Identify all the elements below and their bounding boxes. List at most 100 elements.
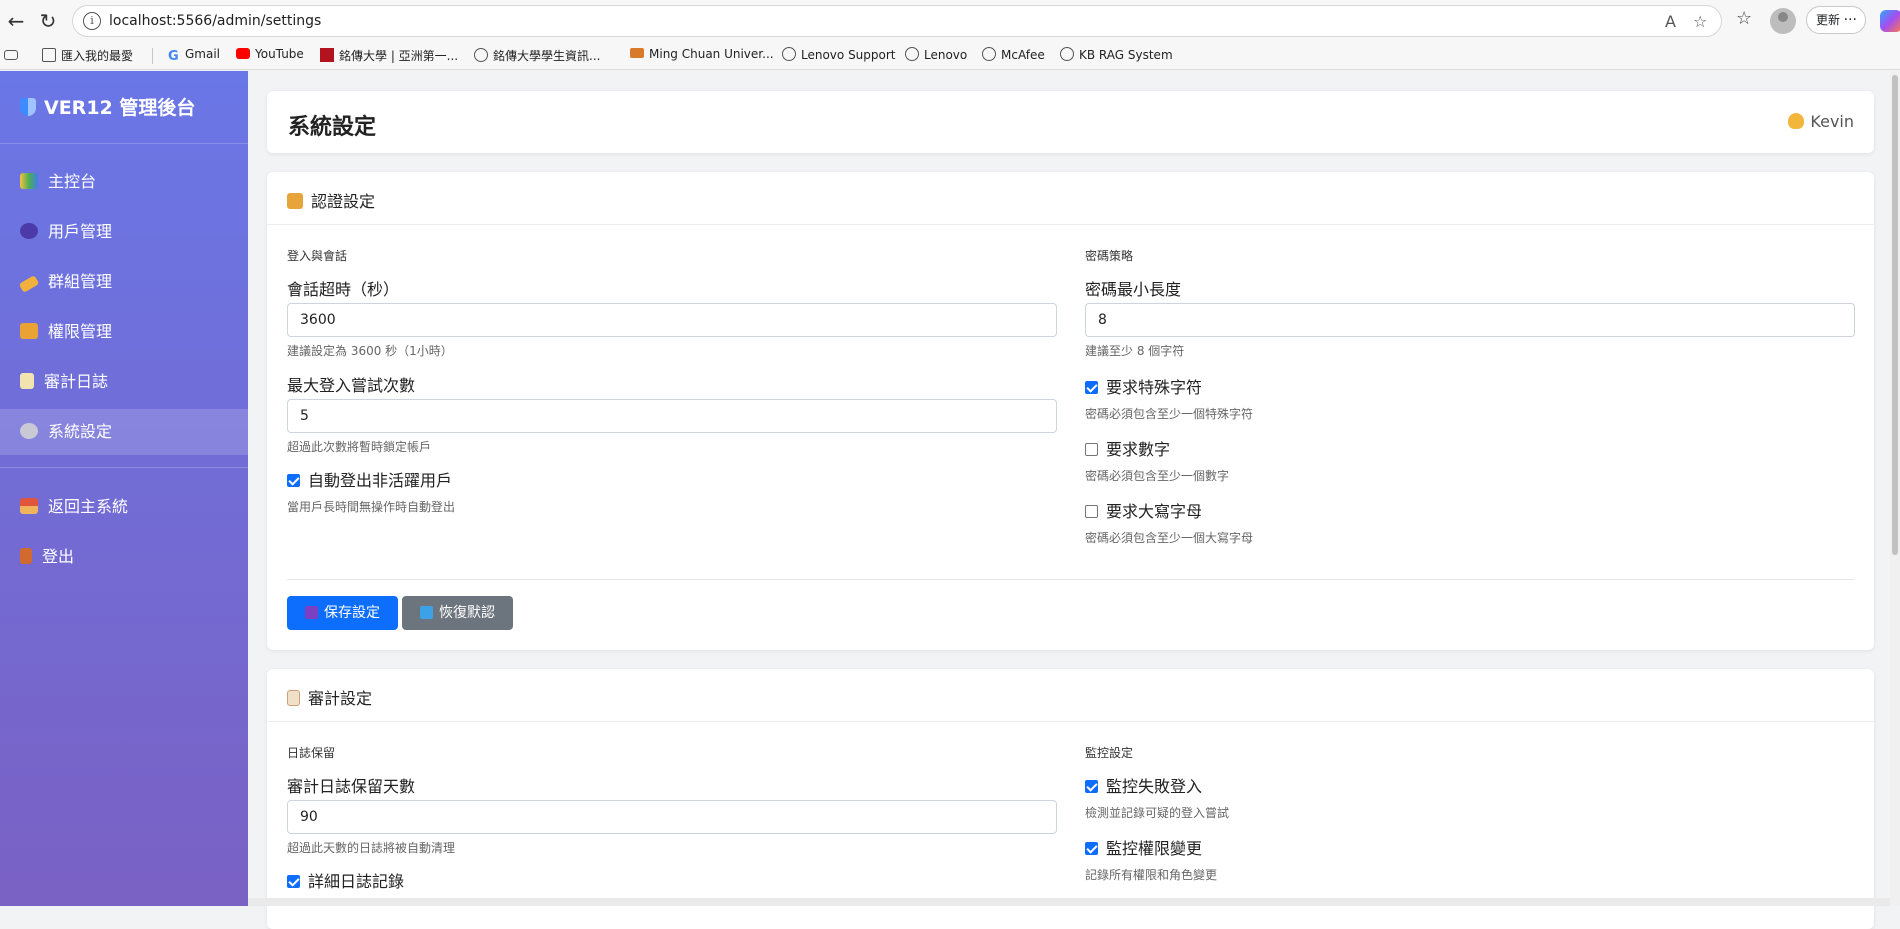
url-text: localhost:5566/admin/settings: [109, 13, 322, 29]
sidebar-item-settings[interactable]: 系統設定: [0, 409, 248, 455]
bookmark-lenovo-support[interactable]: Lenovo Support: [782, 47, 896, 62]
horizontal-scrollbar[interactable]: [248, 898, 1890, 906]
copilot-icon[interactable]: [1880, 10, 1900, 32]
sidebar-item-back-to-main[interactable]: 返回主系統: [0, 484, 248, 530]
sidebar-item-logout[interactable]: 登出: [0, 534, 248, 580]
sidebar-item-label: 用戶管理: [48, 222, 113, 241]
sidebar-item-audit-log[interactable]: 審計日誌: [0, 359, 248, 405]
max-attempts-input[interactable]: 5: [287, 399, 1057, 433]
refresh-icon: [420, 606, 433, 619]
sidebar: VER12 管理後台 主控台 用戶管理 群組管理 權限管理 審計日誌 系統設定 …: [0, 71, 248, 906]
checkbox-checked-icon[interactable]: [287, 474, 300, 487]
checkbox-checked-icon[interactable]: [1085, 381, 1098, 394]
retention-days-input[interactable]: 90: [287, 800, 1057, 834]
sidebar-item-dashboard[interactable]: 主控台: [0, 159, 248, 205]
sidebar-divider: [0, 143, 248, 144]
sidebar-item-label: 審計日誌: [44, 372, 109, 391]
require-uppercase-help: 密碼必須包含至少一個大寫字母: [1085, 531, 1254, 545]
bookmark-label: 銘傳大學學生資訊...: [493, 49, 601, 63]
back-arrow-icon[interactable]: ←: [4, 9, 28, 33]
checkbox-label: 要求數字: [1106, 440, 1171, 459]
favorite-star-icon[interactable]: ☆: [1693, 12, 1707, 31]
update-button[interactable]: 更新 ···: [1806, 6, 1866, 34]
bookmark-lenovo[interactable]: Lenovo: [905, 47, 967, 62]
button-label: 恢復默認: [439, 605, 495, 621]
checkbox-unchecked-icon[interactable]: [1085, 505, 1098, 518]
sidebar-divider: [0, 467, 248, 468]
checkbox-label: 自動登出非活躍用戶: [308, 471, 453, 490]
checkbox-label: 要求大寫字母: [1106, 502, 1203, 521]
section-heading: 登入與會話: [287, 249, 348, 263]
address-bar[interactable]: i localhost:5566/admin/settings A ☆: [72, 5, 1722, 37]
checkbox-unchecked-icon[interactable]: [1085, 443, 1098, 456]
browser-chrome: ← ↻ i localhost:5566/admin/settings A ☆ …: [0, 0, 1900, 70]
button-label: 保存設定: [324, 605, 380, 621]
bookmark-ming-chuan[interactable]: Ming Chuan Univer...: [630, 47, 774, 61]
section-heading: 密碼策略: [1085, 249, 1134, 263]
bookmark-kb-rag[interactable]: KB RAG System: [1060, 47, 1173, 62]
bookmark-gmail[interactable]: G Gmail: [168, 47, 220, 64]
main-content: 系統設定 Kevin 認證設定 登入與會話 會話超時（秒） 3600 建議設定為…: [248, 71, 1900, 929]
checkbox-checked-icon[interactable]: [287, 875, 300, 888]
sidebar-item-groups[interactable]: 群組管理: [0, 259, 248, 305]
retention-days-help: 超過此天數的日誌將被自動清理: [287, 841, 456, 855]
sidebar-item-label: 群組管理: [48, 272, 113, 291]
refresh-icon[interactable]: ↻: [36, 9, 60, 33]
sidebar-item-permissions[interactable]: 權限管理: [0, 309, 248, 355]
detailed-logging-checkbox[interactable]: 詳細日誌記錄: [287, 868, 404, 892]
scrollbar-thumb[interactable]: [1892, 75, 1898, 555]
page-header: 系統設定 Kevin: [267, 91, 1874, 153]
min-length-label: 密碼最小長度: [1085, 280, 1182, 299]
mcu-icon: [320, 48, 334, 62]
sidebar-item-label: 登出: [42, 547, 75, 566]
more-menu-icon[interactable]: ···: [1844, 7, 1857, 33]
min-length-input[interactable]: 8: [1085, 303, 1855, 337]
bookmark-label: Lenovo Support: [801, 48, 896, 62]
card-title-text: 審計設定: [308, 689, 373, 708]
log-icon: [20, 373, 34, 389]
auto-logout-checkbox[interactable]: 自動登出非活躍用戶: [287, 467, 452, 491]
checkbox-checked-icon[interactable]: [1085, 780, 1098, 793]
gear-icon: [20, 423, 38, 439]
site-info-icon[interactable]: i: [83, 12, 101, 30]
restore-defaults-button[interactable]: 恢復默認: [402, 596, 513, 630]
globe-icon: [474, 48, 488, 62]
bookmark-separator: [152, 48, 153, 64]
brand[interactable]: VER12 管理後台: [20, 93, 195, 120]
bookmark-mcafee[interactable]: McAfee: [982, 47, 1045, 62]
sidebar-item-label: 返回主系統: [48, 497, 129, 516]
bookmark-mcu-student[interactable]: 銘傳大學學生資訊...: [474, 47, 600, 64]
bookmark-label: Lenovo: [924, 48, 968, 62]
update-label: 更新: [1816, 13, 1841, 27]
vertical-scrollbar[interactable]: [1890, 71, 1900, 906]
monitor-permission-change-help: 記錄所有權限和角色變更: [1085, 868, 1218, 882]
favorites-icon[interactable]: ☆: [1736, 8, 1752, 29]
sidebar-item-users[interactable]: 用戶管理: [0, 209, 248, 255]
session-timeout-input[interactable]: 3600: [287, 303, 1057, 337]
youtube-icon: [236, 48, 250, 59]
dashboard-icon: [20, 173, 38, 189]
bookmark-mcu[interactable]: 銘傳大學 | 亞洲第一...: [320, 47, 458, 64]
profile-avatar[interactable]: [1770, 8, 1796, 34]
read-aloud-icon[interactable]: A: [1665, 12, 1676, 31]
bookmark-youtube[interactable]: YouTube: [236, 47, 304, 61]
checkbox-checked-icon[interactable]: [1085, 842, 1098, 855]
save-settings-button[interactable]: 保存設定: [287, 596, 398, 630]
auth-settings-card: 認證設定 登入與會話 會話超時（秒） 3600 建議設定為 3600 秒（1小時…: [267, 172, 1874, 650]
google-icon: G: [168, 49, 179, 64]
bookmarks-menu-icon[interactable]: [4, 47, 23, 61]
sidebar-item-label: 系統設定: [48, 422, 113, 441]
monitor-permission-change-checkbox[interactable]: 監控權限變更: [1085, 835, 1202, 859]
require-uppercase-checkbox[interactable]: 要求大寫字母: [1085, 498, 1202, 522]
bookmark-import[interactable]: 匯入我的最愛: [42, 47, 133, 64]
retention-days-label: 審計日誌保留天數: [287, 777, 416, 796]
require-special-checkbox[interactable]: 要求特殊字符: [1085, 374, 1202, 398]
require-digit-help: 密碼必須包含至少一個數字: [1085, 469, 1230, 483]
require-digit-checkbox[interactable]: 要求數字: [1085, 436, 1170, 460]
user-name: Kevin: [1810, 112, 1854, 131]
bookmark-label: YouTube: [255, 47, 304, 61]
page-title: 系統設定: [288, 115, 377, 140]
section-heading: 監控設定: [1085, 746, 1134, 760]
monitor-failed-login-checkbox[interactable]: 監控失敗登入: [1085, 773, 1202, 797]
brand-title: VER12 管理後台: [44, 97, 196, 119]
